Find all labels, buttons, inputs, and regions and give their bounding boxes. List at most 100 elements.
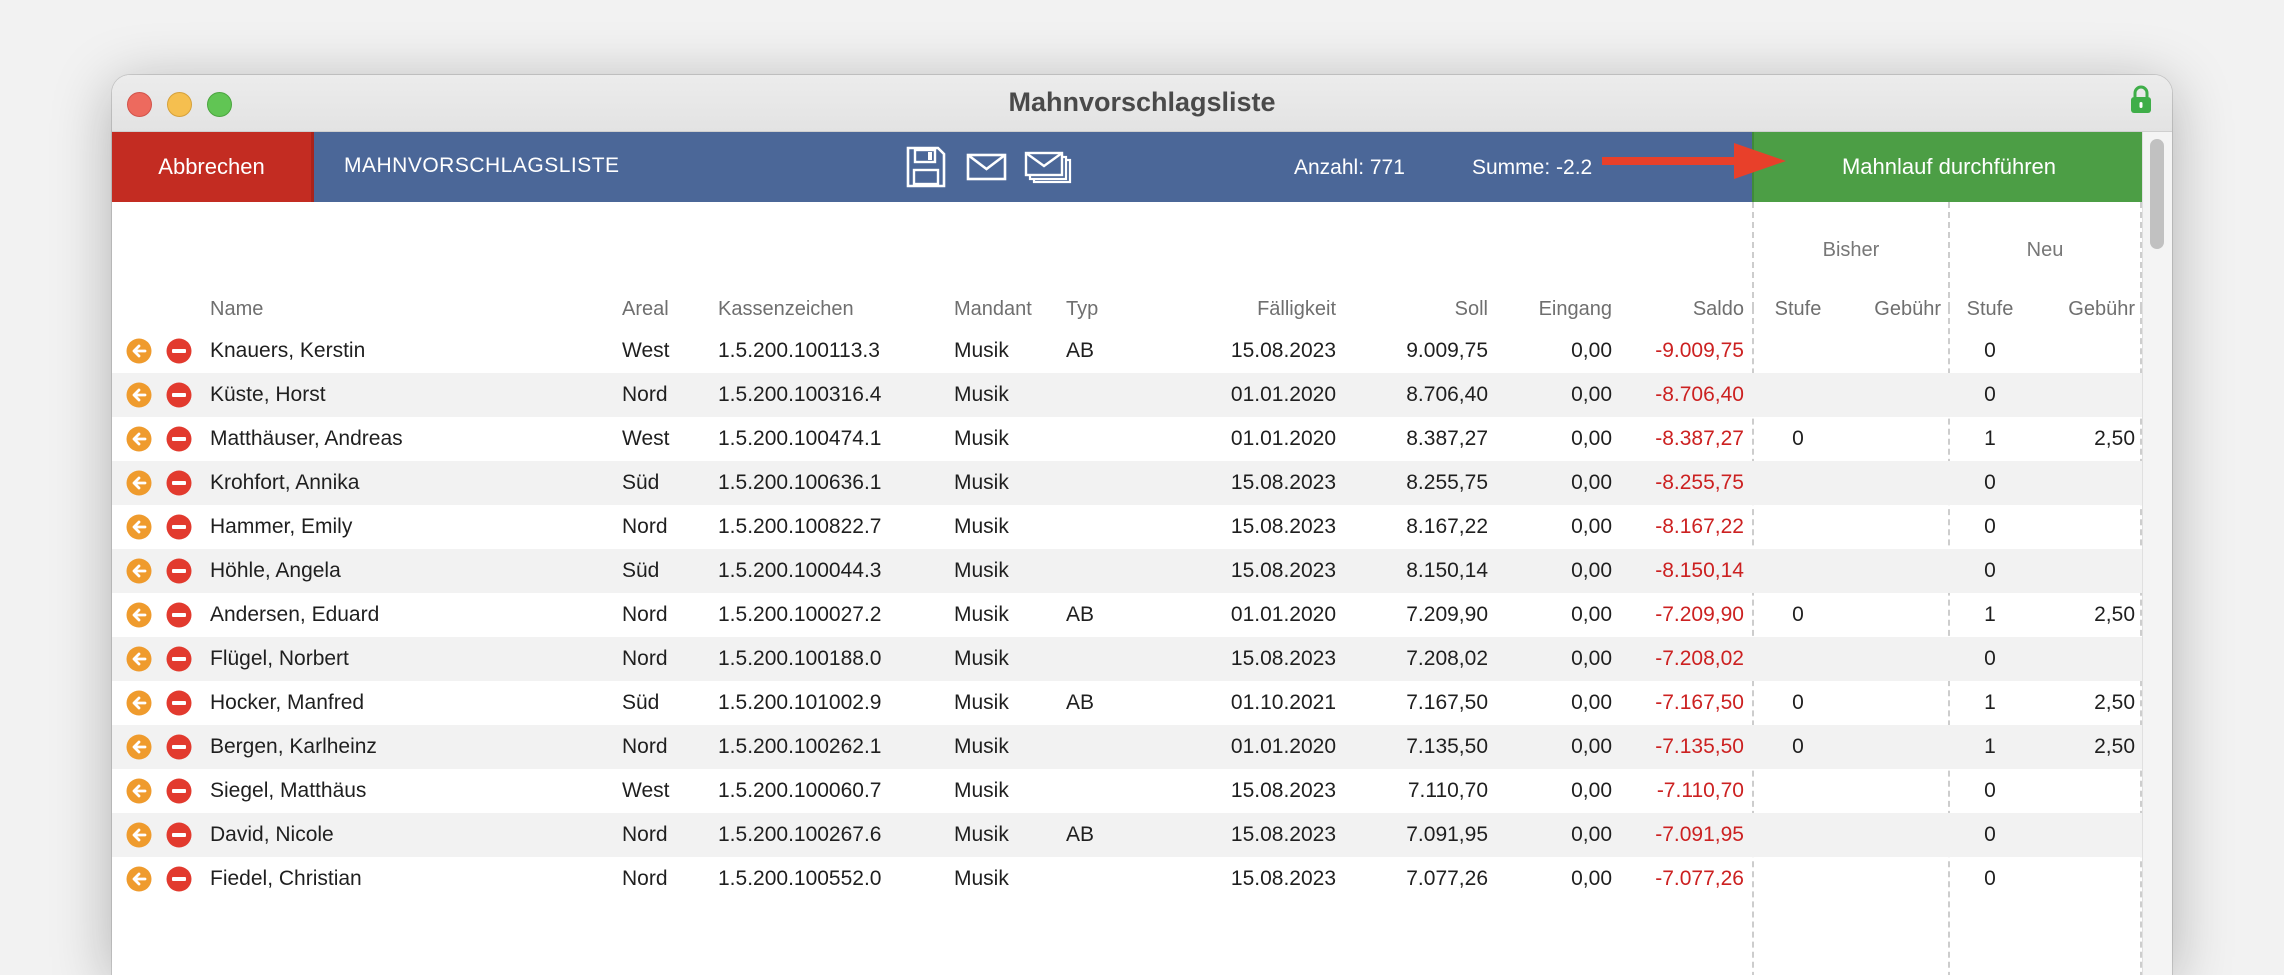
cell-eingang: 0,00 [1571, 867, 1612, 890]
cell-eingang: 0,00 [1571, 471, 1612, 494]
save-icon[interactable] [906, 146, 946, 188]
column-header-typ[interactable]: Typ [1066, 298, 1098, 321]
revert-icon[interactable] [126, 690, 152, 716]
table-row[interactable]: Höhle, Angela Süd 1.5.200.100044.3 Musik 15.… [112, 549, 2142, 593]
annotation-arrow-icon [1602, 143, 1786, 179]
column-header-areal[interactable]: Areal [622, 298, 669, 321]
cell-mandant: Musik [954, 427, 1009, 450]
column-header-neu-stufe[interactable]: Stufe [1952, 298, 2028, 321]
cell-neu-stufe: 1 [1984, 427, 1996, 450]
revert-icon[interactable] [126, 866, 152, 892]
cell-bisher-gebuehr [1836, 373, 1941, 417]
column-header-mandant[interactable]: Mandant [954, 298, 1032, 321]
run-dunning-button[interactable]: Mahnlauf durchführen [1752, 132, 2144, 202]
cell-areal: Nord [622, 647, 668, 670]
cell-typ: AB [1066, 823, 1095, 846]
cell-saldo: -8.150,14 [1655, 559, 1744, 582]
remove-icon[interactable] [166, 866, 192, 892]
toolbar: Abbrechen MAHNVORSCHLAGSLISTE Anzahl: 77… [112, 132, 2144, 202]
cell-kassenzeichen: 1.5.200.100636.1 [718, 471, 882, 494]
revert-icon[interactable] [126, 426, 152, 452]
revert-icon[interactable] [126, 558, 152, 584]
remove-icon[interactable] [166, 382, 192, 408]
cell-neu-gebuehr: 2,50 [2094, 691, 2135, 714]
table-row[interactable]: Knauers, Kerstin West 1.5.200.100113.3 Musi… [112, 329, 2142, 373]
revert-icon[interactable] [126, 778, 152, 804]
cell-bisher-stufe: 0 [1792, 427, 1804, 450]
table-row[interactable]: Hocker, Manfred Süd 1.5.200.101002.9 Musik A… [112, 681, 2142, 725]
table-row[interactable]: Bergen, Karlheinz Nord 1.5.200.100262.1 Mus… [112, 725, 2142, 769]
cell-faelligkeit: 01.01.2020 [1230, 603, 1336, 626]
mail-icon[interactable] [966, 146, 1008, 188]
cell-soll: 8.150,14 [1406, 559, 1488, 582]
cancel-button[interactable]: Abbrechen [112, 132, 314, 202]
remove-icon[interactable] [166, 822, 192, 848]
table-row[interactable]: Matthäuser, Andreas West 1.5.200.100474.1 M… [112, 417, 2142, 461]
revert-icon[interactable] [126, 514, 152, 540]
cell-faelligkeit: 15.08.2023 [1230, 647, 1336, 670]
remove-icon[interactable] [166, 646, 192, 672]
cell-mandant: Musik [954, 735, 1009, 758]
cell-bisher-gebuehr [1836, 417, 1941, 461]
column-header-faelligkeit[interactable]: Fälligkeit [1192, 298, 1336, 321]
cell-neu-gebuehr [2028, 637, 2135, 681]
revert-icon[interactable] [126, 338, 152, 364]
table-row[interactable]: Fiedel, Christian Nord 1.5.200.100552.0 Mus… [112, 857, 2142, 901]
cell-soll: 7.135,50 [1406, 735, 1488, 758]
group-divider [2140, 202, 2142, 308]
revert-icon[interactable] [126, 734, 152, 760]
remove-icon[interactable] [166, 778, 192, 804]
revert-icon[interactable] [126, 602, 152, 628]
cell-areal: Nord [622, 383, 668, 406]
cell-neu-gebuehr [2028, 329, 2135, 373]
cell-mandant: Musik [954, 383, 1009, 406]
cell-mandant: Musik [954, 647, 1009, 670]
revert-icon[interactable] [126, 470, 152, 496]
window-title: Mahnvorschlagsliste [1008, 87, 1276, 117]
cell-saldo: -7.167,50 [1655, 691, 1744, 714]
cell-kassenzeichen: 1.5.200.100027.2 [718, 603, 882, 626]
cell-faelligkeit: 15.08.2023 [1230, 867, 1336, 890]
cell-soll: 8.706,40 [1406, 383, 1488, 406]
vertical-scrollbar[interactable] [2142, 132, 2172, 975]
revert-icon[interactable] [126, 646, 152, 672]
cell-neu-stufe: 1 [1984, 691, 1996, 714]
column-header-bisher-stufe[interactable]: Stufe [1760, 298, 1836, 321]
revert-icon[interactable] [126, 822, 152, 848]
remove-icon[interactable] [166, 514, 192, 540]
remove-icon[interactable] [166, 426, 192, 452]
remove-icon[interactable] [166, 734, 192, 760]
cell-saldo: -7.110,70 [1656, 779, 1744, 802]
cell-soll: 7.209,90 [1406, 603, 1488, 626]
table-row[interactable]: Küste, Horst Nord 1.5.200.100316.4 Musik 01.… [112, 373, 2142, 417]
column-header-eingang[interactable]: Eingang [1502, 298, 1612, 321]
cell-kassenzeichen: 1.5.200.100044.3 [718, 559, 882, 582]
table-row[interactable]: Hammer, Emily Nord 1.5.200.100822.7 Musik 15… [112, 505, 2142, 549]
cell-bisher-gebuehr [1836, 329, 1941, 373]
mail-batch-icon[interactable] [1024, 146, 1072, 188]
column-header-name[interactable]: Name [210, 298, 263, 321]
cell-soll: 8.255,75 [1406, 471, 1488, 494]
cell-mandant: Musik [954, 559, 1009, 582]
cell-faelligkeit: 15.08.2023 [1230, 823, 1336, 846]
column-header-bisher-gebuehr[interactable]: Gebühr [1836, 298, 1941, 321]
revert-icon[interactable] [126, 382, 152, 408]
column-header-neu-gebuehr[interactable]: Gebühr [2028, 298, 2135, 321]
table-row[interactable]: Flügel, Norbert Nord 1.5.200.100188.0 Musik… [112, 637, 2142, 681]
scroll-thumb[interactable] [2150, 139, 2164, 249]
column-header-soll[interactable]: Soll [1352, 298, 1488, 321]
table-row[interactable]: David, Nicole Nord 1.5.200.100267.6 Musik AB… [112, 813, 2142, 857]
table-row[interactable]: Siegel, Matthäus West 1.5.200.100060.7 Musi… [112, 769, 2142, 813]
cell-name: Hammer, Emily [210, 515, 353, 538]
cell-neu-stufe: 0 [1984, 779, 1996, 802]
remove-icon[interactable] [166, 470, 192, 496]
column-header-saldo[interactable]: Saldo [1622, 298, 1744, 321]
table-row[interactable]: Krohfort, Annika Süd 1.5.200.100636.1 Musik… [112, 461, 2142, 505]
remove-icon[interactable] [166, 602, 192, 628]
cell-kassenzeichen: 1.5.200.100060.7 [718, 779, 882, 802]
remove-icon[interactable] [166, 558, 192, 584]
table-row[interactable]: Andersen, Eduard Nord 1.5.200.100027.2 Musi… [112, 593, 2142, 637]
remove-icon[interactable] [166, 690, 192, 716]
column-header-kassenzeichen[interactable]: Kassenzeichen [718, 298, 854, 321]
remove-icon[interactable] [166, 338, 192, 364]
